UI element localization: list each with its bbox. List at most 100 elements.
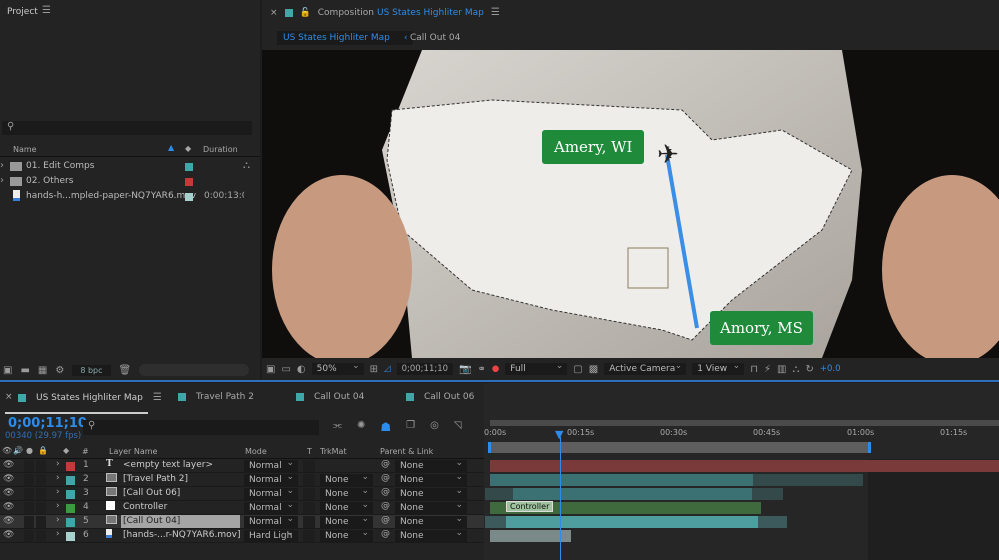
eye-icon[interactable]: 👁 (3, 516, 14, 526)
pickwhip-icon[interactable]: @ (381, 487, 390, 497)
layer-duration-bar[interactable] (490, 530, 571, 542)
channel-icon[interactable]: ● (492, 364, 499, 374)
chevron-right-icon[interactable]: › (0, 160, 4, 171)
col-duration[interactable]: Duration (203, 145, 238, 154)
chevron-right-icon[interactable]: › (56, 473, 60, 483)
work-area-bar[interactable] (488, 442, 871, 453)
chevron-right-icon[interactable]: › (56, 529, 60, 539)
lock-toggle[interactable] (36, 502, 46, 514)
shy-icon[interactable]: ☗ (380, 420, 391, 434)
chevron-left-icon[interactable]: ‹ (404, 33, 408, 43)
eye-icon[interactable]: 👁 (3, 488, 14, 498)
monitor-icon[interactable]: ▭ (281, 364, 290, 375)
layer-name[interactable]: [Travel Path 2] (121, 473, 239, 486)
timeline-timecode[interactable]: 0;00;11;10 (8, 416, 87, 431)
preserve-transparency-toggle[interactable] (303, 460, 315, 472)
chevron-right-icon[interactable]: › (56, 515, 60, 525)
project-item[interactable]: hands-h...mpled-paper-NQ7YAR6.mov 0:00:1… (0, 190, 260, 204)
layer-duration-bar[interactable] (485, 488, 513, 500)
menu-icon[interactable]: ☰ (153, 392, 162, 403)
project-search-input[interactable]: ⚲ (2, 121, 252, 135)
pixel-aspect-icon[interactable]: ⊓ (750, 364, 758, 375)
breadcrumb-item[interactable]: Call Out 04 (410, 33, 460, 43)
layer-row[interactable]: 👁 › 6 [hands-...r-NQ7YAR6.mov] Hard Ligh… (0, 527, 484, 543)
label-swatch[interactable] (66, 532, 75, 541)
solo-toggle[interactable] (24, 474, 34, 486)
transparency-grid-icon[interactable]: ▩ (589, 364, 598, 375)
timeline-tab[interactable]: Call Out 04 (296, 392, 364, 402)
chevron-right-icon[interactable]: › (56, 487, 60, 497)
col-layer-name[interactable]: Layer Name (109, 447, 157, 456)
layer-name[interactable]: Controller (121, 501, 239, 514)
lock-icon[interactable]: 🔓 (300, 8, 311, 18)
layer-name[interactable]: [Call Out 06] (121, 487, 239, 500)
lock-icon[interactable]: 🔒 (38, 446, 48, 455)
timeline-tab[interactable]: US States Highliter Map ☰ (18, 392, 162, 403)
reset-exposure-icon[interactable]: ↻ (806, 364, 814, 375)
close-icon[interactable]: × (5, 392, 13, 402)
current-time[interactable]: 0;00;11;10 (396, 363, 454, 375)
flowchart-icon[interactable]: ⚙ (55, 365, 64, 376)
layer-duration-bar[interactable] (490, 460, 999, 472)
layer-duration-bar[interactable] (506, 516, 758, 528)
new-folder-icon[interactable]: ▬ (20, 365, 29, 376)
layer-duration-bar[interactable] (490, 474, 753, 486)
preserve-transparency-toggle[interactable] (303, 474, 315, 486)
solo-toggle[interactable] (24, 502, 34, 514)
eye-icon[interactable]: 👁 (3, 530, 14, 540)
frame-blending-icon[interactable]: ❐ (406, 420, 415, 434)
eye-icon[interactable]: 👁 (3, 460, 14, 470)
time-navigator[interactable] (490, 420, 999, 426)
close-icon[interactable]: × (270, 8, 278, 18)
solo-toggle[interactable] (24, 488, 34, 500)
layer-duration-bar[interactable] (485, 516, 506, 528)
label-swatch[interactable] (66, 462, 75, 471)
lock-toggle[interactable] (36, 516, 46, 528)
timeline-icon[interactable]: ▥ (777, 364, 786, 375)
lock-toggle[interactable] (36, 474, 46, 486)
solo-toggle[interactable] (24, 530, 34, 542)
blend-mode-select[interactable]: Hard Ligh (244, 527, 298, 542)
label-swatch[interactable] (66, 476, 75, 485)
snapshot-icon[interactable]: 📷 (459, 364, 471, 375)
lock-toggle[interactable] (36, 530, 46, 542)
layer-row[interactable]: 👁 › 3 [Call Out 06] Normal None @ None (0, 485, 484, 501)
project-scroll[interactable] (139, 364, 250, 376)
layer-search-input[interactable]: ⚲ (83, 420, 319, 435)
interpret-footage-icon[interactable]: ▣ (3, 365, 12, 376)
mask-icon[interactable]: ◐ (297, 364, 306, 375)
zoom-select[interactable]: 50% (311, 360, 364, 375)
solo-icon[interactable]: ● (26, 446, 33, 455)
parent-select[interactable]: None (395, 527, 467, 542)
layer-duration-bar[interactable] (758, 516, 787, 528)
layer-duration-bar[interactable] (752, 488, 783, 500)
preserve-transparency-toggle[interactable] (303, 530, 315, 542)
label-swatch[interactable] (66, 518, 75, 527)
chevron-right-icon[interactable]: › (56, 501, 60, 511)
solo-toggle[interactable] (24, 460, 34, 472)
graph-editor-icon[interactable]: ◹ (454, 420, 462, 434)
layer-row[interactable]: 👁 › 5 [Call Out 04] Normal None @ None (0, 513, 484, 529)
chevron-right-icon[interactable]: › (0, 175, 4, 186)
label-swatch[interactable] (66, 490, 75, 499)
draft-3d-icon[interactable]: ✺ (357, 420, 365, 434)
comp-flowchart-icon[interactable]: ⫘ (333, 420, 342, 434)
resolution-select[interactable]: Full (505, 360, 568, 375)
timeline-tab[interactable]: Call Out 06 (406, 392, 474, 402)
preserve-transparency-toggle[interactable] (303, 502, 315, 514)
layer-name[interactable]: [Call Out 04] (121, 515, 240, 528)
layer-row[interactable]: 👁 › 1 T <empty text layer> Normal @ None (0, 457, 484, 473)
trash-icon[interactable]: 🗑 (119, 365, 132, 376)
preserve-transparency-toggle[interactable] (303, 516, 315, 528)
pickwhip-icon[interactable]: @ (381, 515, 390, 525)
label-swatch[interactable] (185, 163, 193, 171)
pickwhip-icon[interactable]: @ (381, 459, 390, 469)
exposure-value[interactable]: +0.0 (820, 364, 841, 374)
eye-icon[interactable]: 👁 (3, 474, 14, 484)
trkmat-select[interactable]: None (320, 527, 373, 542)
solo-toggle[interactable] (24, 516, 34, 528)
grid-icon[interactable]: ⊞ (370, 364, 378, 375)
video-toggle-icon[interactable]: 👁 (2, 446, 12, 455)
breadcrumb-item[interactable]: US States Highliter Map (283, 33, 390, 43)
project-item[interactable]: › 01. Edit Comps ⛬ (0, 160, 260, 174)
